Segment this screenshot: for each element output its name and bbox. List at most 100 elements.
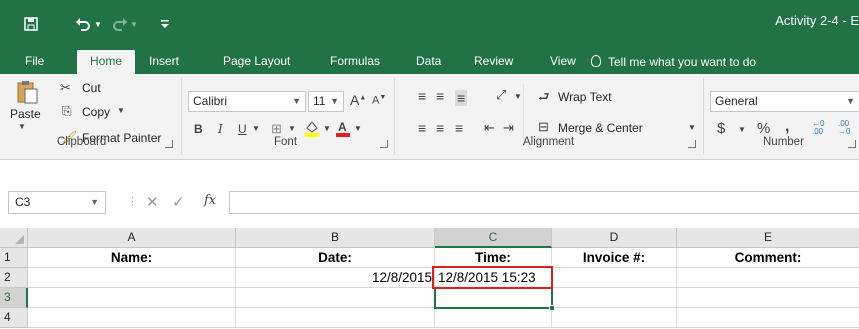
cut-button[interactable]: ✂ Cut [60,80,120,98]
tab-view[interactable]: View [550,50,576,74]
orientation-icon[interactable]: ⤢ [496,87,506,103]
formula-input[interactable] [229,191,859,214]
tab-file[interactable]: File [25,50,44,74]
tab-home[interactable]: Home [77,50,135,74]
number-launcher-icon[interactable] [848,140,856,148]
cancel-icon[interactable]: ✕ [146,193,159,211]
row-header-2[interactable]: 2 [0,268,28,288]
cell-b3[interactable] [236,288,435,308]
row-header-4[interactable]: 4 [0,308,28,328]
cell-e4[interactable] [677,308,859,328]
lightbulb-icon [591,55,601,67]
title-bar: ▼ ▼ Activity 2-4 - E [0,0,859,50]
bottom-align-icon[interactable]: ≡ [455,90,468,106]
clipboard-group-label: Clipboard [57,136,107,148]
cell-a1[interactable]: Name: [28,248,236,268]
cell-c4[interactable] [435,308,552,328]
cell-d4[interactable] [552,308,677,328]
increase-indent-icon[interactable]: ⇥ [503,120,514,136]
column-header-e[interactable]: E [677,228,859,248]
borders-dropdown-icon[interactable]: ▼ [288,124,296,133]
enter-icon[interactable]: ✓ [172,193,185,211]
fill-color-icon[interactable] [304,119,320,137]
cell-d2[interactable] [552,268,677,288]
column-header-a[interactable]: A [28,228,236,248]
merge-center-dropdown-icon[interactable]: ▼ [688,123,696,132]
select-all-corner[interactable] [0,228,28,248]
bold-icon[interactable]: B [194,122,203,136]
group-divider [394,78,395,154]
clipboard-launcher-icon[interactable] [165,140,173,148]
name-box[interactable]: C3 ▼ [8,191,106,214]
percent-icon[interactable]: % [757,120,770,137]
paste-icon [17,81,38,104]
tab-review[interactable]: Review [474,50,513,74]
decrease-indent-icon[interactable]: ⇤ [484,120,495,136]
cell-b2[interactable]: 12/8/2015 [236,268,435,288]
document-title: Activity 2-4 - E [775,13,859,28]
cell-e1[interactable]: Comment: [677,248,859,268]
copy-icon: ⎘ [62,104,72,118]
cell-c1[interactable]: Time: [435,248,552,268]
cell-b1[interactable]: Date: [236,248,435,268]
row-header-3[interactable]: 3 [0,288,28,308]
svg-text:A: A [338,120,347,134]
wrap-text-button[interactable]: ⮐ Wrap Text [538,89,648,107]
column-header-b[interactable]: B [236,228,435,248]
align-left-icon[interactable]: ≡ [418,120,426,136]
italic-icon[interactable]: I [218,122,223,136]
column-header-c[interactable]: C [435,228,552,248]
tell-me-search[interactable]: Tell me what you want to do [591,50,756,74]
tab-formulas[interactable]: Formulas [330,50,380,74]
cell-d3[interactable] [552,288,677,308]
cell-a4[interactable] [28,308,236,328]
copy-button[interactable]: ⎘ Copy ▼ [60,104,130,122]
currency-dropdown-icon[interactable]: ▼ [738,125,746,134]
increase-decimal-icon[interactable]: ←0.00 [812,120,824,136]
tab-data[interactable]: Data [416,50,441,74]
font-launcher-icon[interactable] [380,140,388,148]
undo-icon[interactable] [74,13,92,35]
active-cell-selection [434,287,553,309]
font-size-dropdown[interactable]: 11 ▼ [308,91,344,112]
align-center-icon[interactable]: ≡ [436,120,444,136]
tab-insert[interactable]: Insert [149,50,179,74]
tell-me-label: Tell me what you want to do [608,54,757,69]
fill-handle[interactable] [549,305,555,311]
align-right-icon[interactable]: ≡ [455,120,463,136]
customize-qat-icon[interactable] [160,13,170,35]
underline-dropdown-icon[interactable]: ▼ [252,124,260,133]
cell-e2[interactable] [677,268,859,288]
tab-page-layout[interactable]: Page Layout [223,50,290,74]
top-align-icon[interactable]: ≡ [418,88,426,104]
currency-icon[interactable]: $ [717,120,725,137]
fill-color-dropdown-icon[interactable]: ▼ [323,124,331,133]
cell-a2[interactable] [28,268,236,288]
cell-b4[interactable] [236,308,435,328]
borders-icon[interactable]: ⊞ [271,121,282,137]
underline-icon[interactable]: U [238,122,247,136]
paste-button[interactable]: Paste ▼ [10,80,41,132]
formula-bar-grip-icon[interactable]: ⋮ [127,195,138,208]
font-name-dropdown[interactable]: Calibri ▼ [188,91,306,112]
column-header-d[interactable]: D [552,228,677,248]
font-color-icon[interactable]: A [335,119,351,137]
cell-d1[interactable]: Invoice #: [552,248,677,268]
chevron-down-icon: ▼ [292,96,301,106]
chevron-down-icon: ▼ [846,96,855,106]
save-icon[interactable] [22,13,40,35]
orientation-dropdown-icon[interactable]: ▼ [514,92,522,101]
decrease-font-size-icon[interactable]: A▼ [372,94,386,107]
alignment-launcher-icon[interactable] [688,140,696,148]
decrease-decimal-icon[interactable]: .00 →0 [838,120,850,136]
font-color-dropdown-icon[interactable]: ▼ [354,124,362,133]
comma-style-icon[interactable]: , [785,118,789,136]
number-format-dropdown[interactable]: General ▼ [710,91,859,112]
row-header-1[interactable]: 1 [0,248,28,268]
increase-font-size-icon[interactable]: A▲ [350,92,366,108]
undo-dropdown-icon[interactable]: ▼ [94,13,102,35]
insert-function-icon[interactable]: fx [204,193,216,208]
cell-a3[interactable] [28,288,236,308]
middle-align-icon[interactable]: ≡ [436,88,444,104]
cell-e3[interactable] [677,288,859,308]
